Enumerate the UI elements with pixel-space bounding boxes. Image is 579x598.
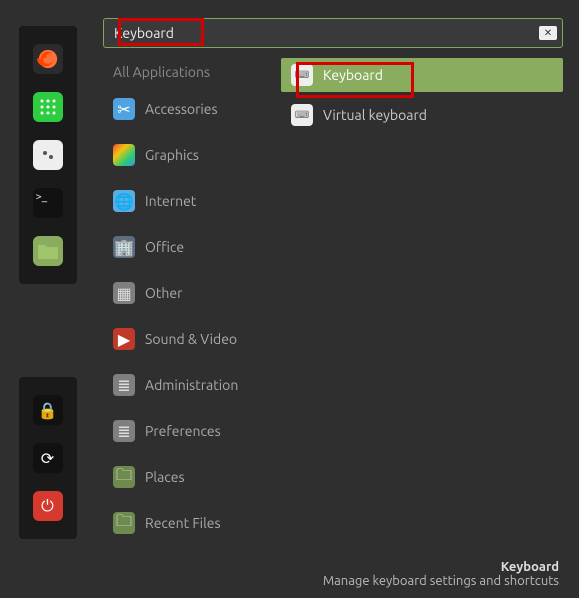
other-icon: ▦: [113, 282, 135, 304]
graphics-icon: [113, 144, 135, 166]
firefox-icon[interactable]: [33, 44, 63, 74]
footer-title: Keyboard: [103, 560, 559, 574]
category-label: Internet: [145, 193, 196, 209]
result-label: Keyboard: [323, 67, 383, 83]
apps-grid-icon[interactable]: [33, 92, 63, 122]
office-icon: 🏢: [113, 236, 135, 258]
admin-icon: ≣: [113, 374, 135, 396]
category-internet[interactable]: 🌐 Internet: [103, 186, 273, 216]
category-label: Recent Files: [145, 515, 221, 531]
accessories-icon: ✂: [113, 98, 135, 120]
category-label: Office: [145, 239, 184, 255]
category-label: Other: [145, 285, 182, 301]
footer-subtitle: Manage keyboard settings and shortcuts: [103, 574, 559, 588]
files-icon[interactable]: [33, 236, 63, 266]
category-places[interactable]: 🗀 Places: [103, 462, 273, 492]
favorites-inner: >_: [19, 26, 77, 284]
results-column: ⌨ Keyboard ⌨ Virtual keyboard: [281, 58, 571, 554]
keyboard-icon: ⌨: [291, 104, 313, 126]
sound-icon: ▶: [113, 328, 135, 350]
category-label: Administration: [145, 377, 238, 393]
prefs-icon: ≣: [113, 420, 135, 442]
category-label: Graphics: [145, 147, 199, 163]
category-accessories[interactable]: ✂ Accessories: [103, 94, 273, 124]
session-controls: 🔒 ⟳ ⏻: [19, 377, 77, 539]
category-admin[interactable]: ≣ Administration: [103, 370, 273, 400]
result-item[interactable]: ⌨ Keyboard: [281, 58, 563, 92]
places-icon: 🗀: [113, 466, 135, 488]
logout-icon[interactable]: ⟳: [33, 443, 63, 473]
search-wrap: ✕: [103, 18, 563, 48]
result-label: Virtual keyboard: [323, 107, 427, 123]
category-sound[interactable]: ▶ Sound & Video: [103, 324, 273, 354]
keyboard-icon: ⌨: [291, 64, 313, 86]
category-office[interactable]: 🏢 Office: [103, 232, 273, 262]
category-other[interactable]: ▦ Other: [103, 278, 273, 308]
terminal-icon[interactable]: >_: [33, 188, 63, 218]
favorites-sidebar: >_ 🔒 ⟳ ⏻: [0, 0, 95, 557]
category-label: Sound & Video: [145, 331, 237, 347]
category-label: Accessories: [145, 101, 218, 117]
main-panel: ✕ All Applications ✂ Accessories Graphics 🌐…: [95, 0, 579, 557]
footer-description: Keyboard Manage keyboard settings and sh…: [103, 554, 571, 598]
recent-icon: 🗀: [113, 512, 135, 534]
clear-search-icon[interactable]: ✕: [539, 26, 557, 40]
power-icon[interactable]: ⏻: [33, 491, 63, 521]
categories-column: All Applications ✂ Accessories Graphics 🌐 In…: [103, 58, 273, 554]
category-prefs[interactable]: ≣ Preferences: [103, 416, 273, 446]
category-graphics[interactable]: Graphics: [103, 140, 273, 170]
internet-icon: 🌐: [113, 190, 135, 212]
software-manager-icon[interactable]: [33, 140, 63, 170]
category-label: Places: [145, 469, 185, 485]
category-label: Preferences: [145, 423, 221, 439]
all-applications-header[interactable]: All Applications: [103, 58, 273, 94]
result-item[interactable]: ⌨ Virtual keyboard: [281, 98, 563, 132]
search-input[interactable]: [103, 18, 563, 48]
category-recent[interactable]: 🗀 Recent Files: [103, 508, 273, 538]
lock-screen-icon[interactable]: 🔒: [33, 395, 63, 425]
